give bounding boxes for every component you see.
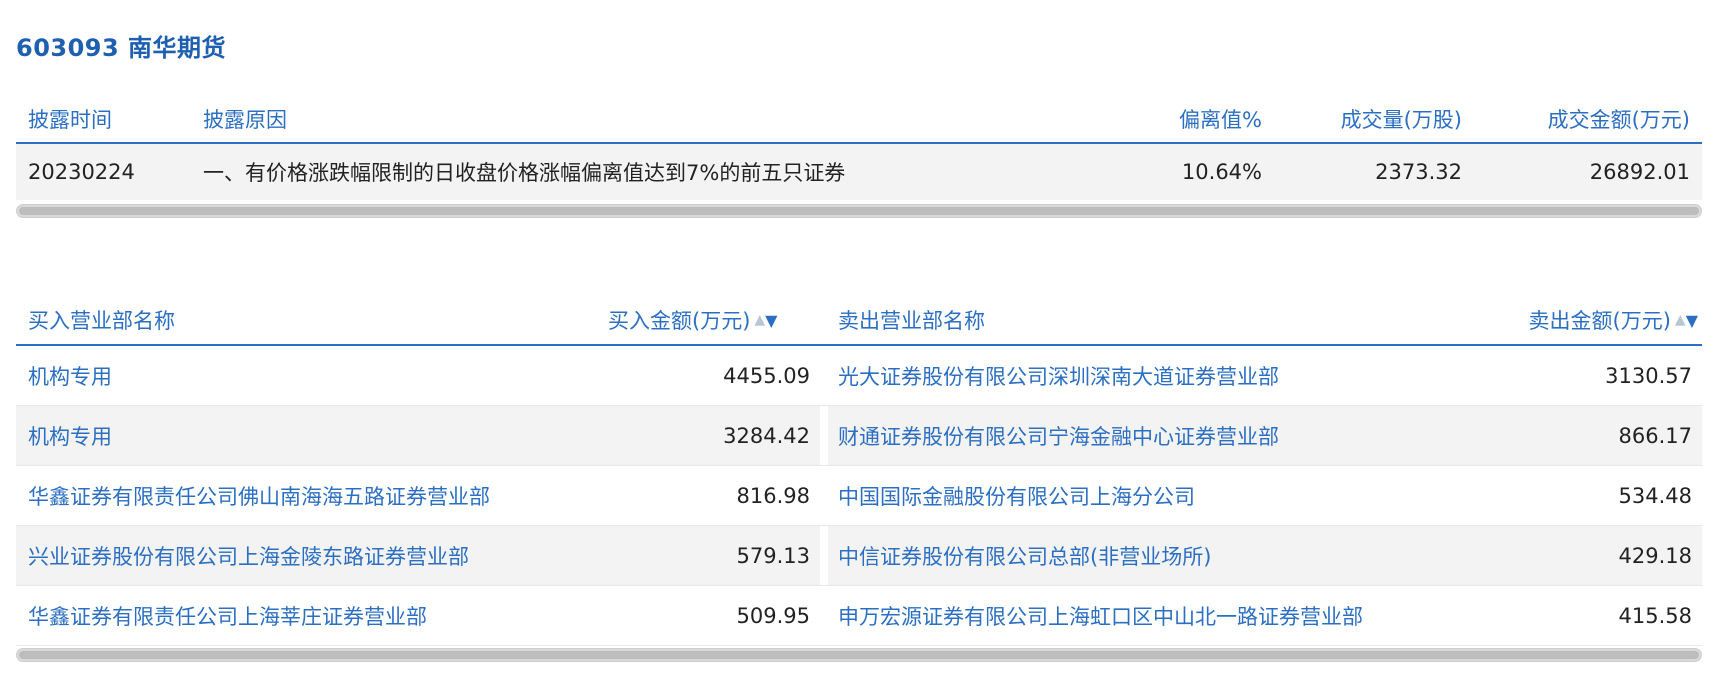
sell-broker-link[interactable]: 申万宏源证券有限公司上海虹口区中山北一路证券营业部 <box>838 586 1363 646</box>
cell-volume: 2373.32 <box>1375 160 1462 184</box>
buy-cell-group: 兴业证券股份有限公司上海金陵东路证券营业部 579.13 <box>16 526 820 586</box>
buy-amount: 4455.09 <box>723 364 810 388</box>
table-row: 机构专用 3284.42 财通证券股份有限公司宁海金融中心证券营业部 866.1… <box>16 406 1702 466</box>
table-row: 华鑫证券有限责任公司上海莘庄证券营业部 509.95 申万宏源证券有限公司上海虹… <box>16 586 1702 646</box>
buy-broker-link[interactable]: 兴业证券股份有限公司上海金陵东路证券营业部 <box>28 526 469 586</box>
column-divider <box>820 466 828 526</box>
header-deviation: 偏离值% <box>1179 108 1262 132</box>
buy-cell-group: 机构专用 4455.09 <box>16 346 820 406</box>
buy-amount: 579.13 <box>736 544 810 568</box>
buy-amount: 3284.42 <box>723 424 810 448</box>
buy-broker-link[interactable]: 华鑫证券有限责任公司佛山南海海五路证券营业部 <box>28 466 490 526</box>
sell-cell-group: 申万宏源证券有限公司上海虹口区中山北一路证券营业部 415.58 <box>828 586 1702 646</box>
sort-toggle-icon[interactable]: ▲ ▼ <box>1675 311 1698 330</box>
cell-reason: 一、有价格涨跌幅限制的日收盘价格涨幅偏离值达到7%的前五只证券 <box>203 161 846 185</box>
sell-amount: 429.18 <box>1618 544 1692 568</box>
buy-broker-link[interactable]: 机构专用 <box>28 406 112 466</box>
row-separator <box>16 645 1702 646</box>
page-title: 603093 南华期货 <box>16 34 227 62</box>
sell-amount: 415.58 <box>1618 604 1692 628</box>
sell-broker-link[interactable]: 光大证券股份有限公司深圳深南大道证券营业部 <box>838 346 1279 406</box>
buy-cell-group: 华鑫证券有限责任公司上海莘庄证券营业部 509.95 <box>16 586 820 646</box>
header-volume: 成交量(万股) <box>1340 108 1462 132</box>
sort-up-icon: ▲ <box>1674 312 1686 328</box>
sell-amount: 866.17 <box>1618 424 1692 448</box>
summary-scrollbar-thumb[interactable] <box>19 207 1699 215</box>
header-reason: 披露原因 <box>203 108 287 132</box>
cell-amount: 26892.01 <box>1589 160 1690 184</box>
header-buy-amount-label: 买入金额(万元) <box>608 309 751 333</box>
sell-broker-link[interactable]: 中国国际金融股份有限公司上海分公司 <box>838 466 1195 526</box>
summary-table: 披露时间 披露原因 偏离值% 成交量(万股) 成交金额(万元) 20230224… <box>16 96 1702 200</box>
sort-up-icon: ▲ <box>754 312 766 328</box>
header-sell-amount-label: 卖出金额(万元) <box>1528 309 1671 333</box>
summary-data-row: 20230224 一、有价格涨跌幅限制的日收盘价格涨幅偏离值达到7%的前五只证券… <box>16 144 1702 200</box>
sell-cell-group: 光大证券股份有限公司深圳深南大道证券营业部 3130.57 <box>828 346 1702 406</box>
sort-toggle-icon[interactable]: ▲ ▼ <box>754 311 777 330</box>
header-buy-name: 买入营业部名称 <box>28 309 175 333</box>
sell-cell-group: 财通证券股份有限公司宁海金融中心证券营业部 866.17 <box>828 406 1702 466</box>
table-row: 华鑫证券有限责任公司佛山南海海五路证券营业部 816.98 中国国际金融股份有限… <box>16 466 1702 526</box>
summary-horizontal-scrollbar[interactable] <box>16 204 1702 218</box>
trades-horizontal-scrollbar[interactable] <box>16 648 1702 662</box>
cell-deviation: 10.64% <box>1181 160 1262 184</box>
sell-amount: 3130.57 <box>1605 364 1692 388</box>
column-divider <box>820 586 828 646</box>
sort-down-icon: ▼ <box>765 310 778 330</box>
trades-table: 买入营业部名称 买入金额(万元) ▲ ▼ 卖出营业部名称 卖出金额(万元) ▲ ▼ … <box>16 296 1702 646</box>
column-divider <box>820 346 828 406</box>
header-time: 披露时间 <box>28 108 112 132</box>
header-sell-amount[interactable]: 卖出金额(万元) ▲ ▼ <box>1529 296 1698 344</box>
header-amount: 成交金额(万元) <box>1547 108 1690 132</box>
sell-cell-group: 中信证券股份有限公司总部(非营业场所) 429.18 <box>828 526 1702 586</box>
sell-broker-link[interactable]: 财通证券股份有限公司宁海金融中心证券营业部 <box>838 406 1279 466</box>
buy-cell-group: 机构专用 3284.42 <box>16 406 820 466</box>
trades-header-row: 买入营业部名称 买入金额(万元) ▲ ▼ 卖出营业部名称 卖出金额(万元) ▲ ▼ <box>16 296 1702 346</box>
table-row: 机构专用 4455.09 光大证券股份有限公司深圳深南大道证券营业部 3130.… <box>16 346 1702 406</box>
summary-header-row: 披露时间 披露原因 偏离值% 成交量(万股) 成交金额(万元) <box>16 96 1702 144</box>
table-row: 兴业证券股份有限公司上海金陵东路证券营业部 579.13 中信证券股份有限公司总… <box>16 526 1702 586</box>
sell-broker-link[interactable]: 中信证券股份有限公司总部(非营业场所) <box>838 526 1211 586</box>
buy-broker-link[interactable]: 机构专用 <box>28 346 112 406</box>
sort-down-icon: ▼ <box>1685 310 1698 330</box>
page: 603093 南华期货 披露时间 披露原因 偏离值% 成交量(万股) 成交金额(… <box>0 0 1718 690</box>
cell-time: 20230224 <box>28 160 135 184</box>
column-divider <box>820 526 828 586</box>
buy-amount: 816.98 <box>736 484 810 508</box>
sell-amount: 534.48 <box>1618 484 1692 508</box>
header-buy-amount[interactable]: 买入金额(万元) ▲ ▼ <box>608 296 777 344</box>
sell-cell-group: 中国国际金融股份有限公司上海分公司 534.48 <box>828 466 1702 526</box>
header-sell-name: 卖出营业部名称 <box>838 309 985 333</box>
column-divider <box>820 406 828 466</box>
buy-amount: 509.95 <box>736 604 810 628</box>
buy-cell-group: 华鑫证券有限责任公司佛山南海海五路证券营业部 816.98 <box>16 466 820 526</box>
buy-broker-link[interactable]: 华鑫证券有限责任公司上海莘庄证券营业部 <box>28 586 427 646</box>
trades-scrollbar-thumb[interactable] <box>19 651 1699 659</box>
